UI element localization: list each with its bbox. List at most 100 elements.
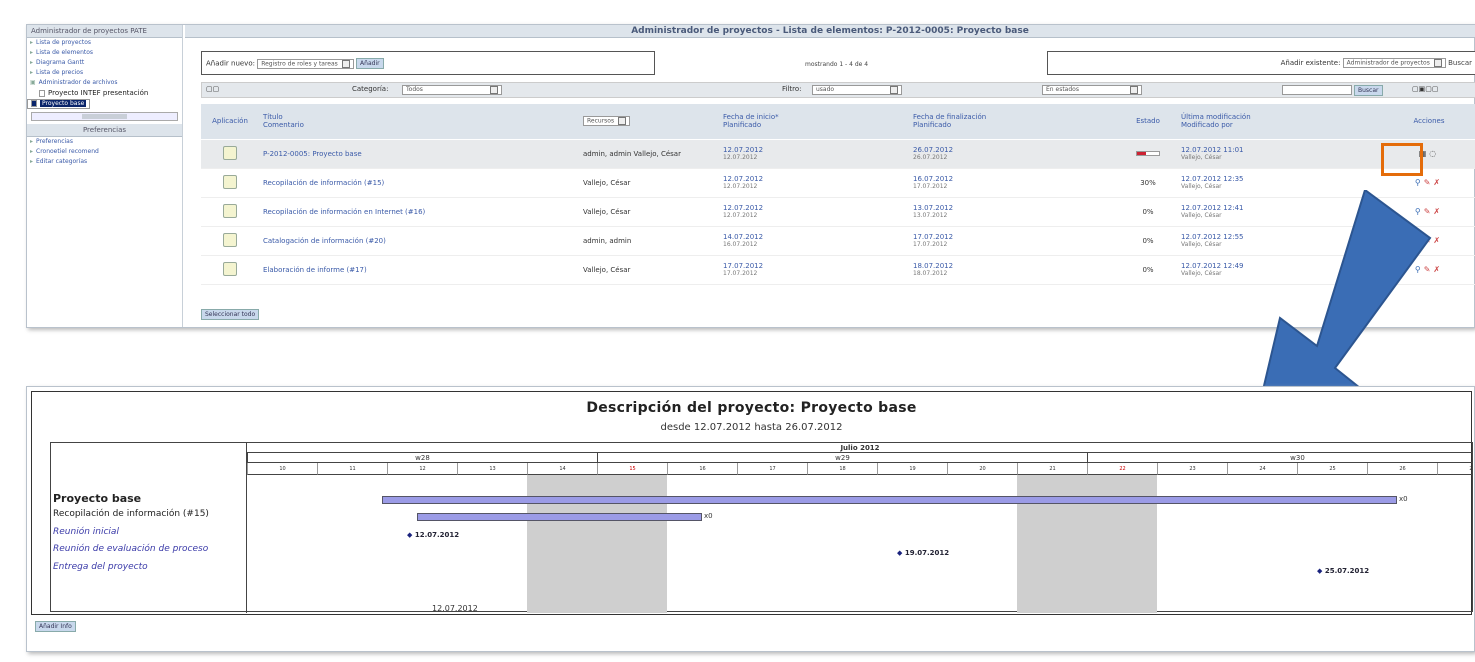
col-application: Aplicación — [201, 104, 259, 140]
gantt-bar-task — [417, 513, 702, 521]
status-select[interactable]: En estados — [1042, 85, 1142, 95]
info-icon[interactable]: ◌ — [1429, 149, 1436, 158]
col-start-label: Fecha de inicio* — [723, 113, 779, 122]
row-last-mod: 12.07.2012 12:35 — [1181, 175, 1244, 183]
add-button[interactable]: Añadir — [356, 58, 384, 69]
gantt-frame: Descripción del proyecto: Proyecto base … — [31, 391, 1473, 615]
gantt-day-header: 22 — [1087, 463, 1157, 475]
col-status[interactable]: Estado — [1119, 104, 1177, 140]
gantt-row-label[interactable]: Reunión inicial — [53, 527, 119, 537]
gantt-month-header: Julio 2012 — [247, 443, 1473, 453]
sidebar-link-elements[interactable]: ▸ Lista de elementos — [27, 48, 182, 58]
select-all-button[interactable]: Seleccionar todo — [201, 309, 260, 320]
row-end: 18.07.2012 — [913, 262, 954, 270]
row-start: 14.07.2012 — [723, 233, 764, 241]
sidebar-link-prices[interactable]: ▸ Lista de precios — [27, 68, 182, 78]
delete-icon[interactable]: ✗ — [1433, 178, 1440, 187]
col-end[interactable]: Fecha de finalización Planificado — [909, 104, 1119, 140]
gantt-bar-project — [382, 496, 1397, 504]
col-actions: Acciones — [1367, 104, 1475, 140]
tree-item-label: Proyecto base — [40, 100, 87, 107]
gantt-bar-label: x0 — [704, 512, 713, 520]
gantt-day-header: 27 — [1437, 463, 1473, 475]
col-title[interactable]: Título Comentario — [259, 104, 579, 140]
row-resources: admin, admin Vallejo, César — [583, 149, 681, 158]
row-modified-by: Vallejo, César — [1181, 183, 1222, 190]
search-button[interactable]: Buscar — [1354, 85, 1383, 96]
sidebar-link-label: Lista de precios — [36, 69, 84, 76]
row-status: 0% — [1142, 207, 1154, 216]
row-start-planned: 17.07.2012 — [723, 270, 758, 277]
tree-item-proyecto-base[interactable]: Proyecto base — [27, 99, 91, 109]
row-end: 13.07.2012 — [913, 204, 954, 212]
add-info-button[interactable]: Añadir Info — [35, 621, 76, 632]
row-title[interactable]: Recopilación de información (#15) — [263, 179, 384, 187]
preferences-header: Preferencias — [27, 124, 182, 137]
gantt-day-header: 18 — [807, 463, 877, 475]
search-input[interactable] — [1282, 85, 1352, 95]
row-title[interactable]: P-2012-0005: Proyecto base — [263, 150, 362, 158]
milestone-date: 25.07.2012 — [1324, 567, 1370, 575]
gantt-day-header: 20 — [947, 463, 1017, 475]
gantt-row-label[interactable]: Reunión de evaluación de proceso — [53, 544, 208, 554]
row-start-planned: 12.07.2012 — [723, 212, 758, 219]
pref-link-preferences[interactable]: ▸ Preferencias — [27, 137, 182, 147]
col-end-planned: Planificado — [913, 121, 952, 130]
pref-link-label: Editar categorías — [36, 158, 88, 165]
progress-fill — [1137, 151, 1146, 155]
col-title-label: Título — [263, 113, 283, 122]
view-icon[interactable]: ⚲ — [1415, 178, 1421, 187]
add-existing-select[interactable]: Administrador de proyectos — [1342, 58, 1446, 68]
category-select[interactable]: Todos — [402, 85, 502, 95]
filter-select[interactable]: usado — [812, 85, 902, 95]
row-start: 12.07.2012 — [723, 175, 764, 183]
sidebar-scrollbar[interactable] — [31, 112, 178, 121]
gantt-day-header: 19 — [877, 463, 947, 475]
document-icon — [31, 100, 37, 107]
add-new-select[interactable]: Registro de roles y tareas — [257, 58, 354, 69]
row-start-planned: 12.07.2012 — [723, 154, 758, 161]
bullet-icon: ▸ — [30, 138, 34, 145]
pref-link-crono[interactable]: ▸ Cronoetiel recomend — [27, 147, 182, 157]
task-document-icon — [223, 203, 237, 218]
row-start-planned: 12.07.2012 — [723, 183, 758, 190]
task-document-icon — [223, 232, 237, 247]
filter-bar: ▢▢ Categoría: Todos Filtro: usado En est… — [201, 82, 1475, 98]
gantt-day-header: 17 — [737, 463, 807, 475]
gantt-row-label: Recopilación de información (#15) — [53, 509, 209, 519]
sidebar-link-projects[interactable]: ▸ Lista de proyectos — [27, 38, 182, 48]
col-start-planned: Planificado — [723, 121, 762, 130]
add-new-select-value: Registro de roles y tareas — [261, 60, 338, 67]
sidebar-link-files[interactable]: ▣ Administrador de archivos — [27, 78, 182, 88]
view-toggle-icons[interactable]: ▢▣▢▢ — [1412, 85, 1438, 93]
row-start: 17.07.2012 — [723, 262, 764, 270]
milestone-date: 12.07.2012 — [414, 531, 460, 539]
col-start[interactable]: Fecha de inicio* Planificado — [719, 104, 909, 140]
row-title[interactable]: Recopilación de información en Internet … — [263, 208, 425, 216]
gantt-title: Descripción del proyecto: Proyecto base — [586, 400, 917, 416]
bullet-icon: ▸ — [30, 49, 34, 56]
sidebar-link-gantt[interactable]: ▸ Diagrama Gantt — [27, 58, 182, 68]
edit-icon[interactable]: ✎ — [1424, 178, 1431, 187]
row-resources: Vallejo, César — [583, 207, 631, 216]
row-title[interactable]: Catalogación de información (#20) — [263, 237, 386, 245]
sidebar-link-label: Lista de proyectos — [36, 39, 91, 46]
highlighted-action-box — [1381, 143, 1423, 176]
col-last-mod[interactable]: Última modificación Modificado por — [1177, 104, 1367, 140]
gantt-row-label[interactable]: Entrega del proyecto — [53, 562, 148, 572]
row-last-mod: 12.07.2012 11:01 — [1181, 146, 1244, 154]
add-new-label: Añadir nuevo: — [206, 59, 255, 68]
checkbox-icon[interactable]: ▢▢ — [206, 85, 219, 93]
scrollbar-thumb[interactable] — [82, 114, 127, 119]
table-row[interactable]: P-2012-0005: Proyecto base admin, admin V… — [201, 139, 1475, 169]
gantt-footer-date: 12.07.2012 — [432, 604, 478, 613]
row-title[interactable]: Elaboración de informe (#17) — [263, 266, 367, 274]
col-resources[interactable]: Recursos — [579, 104, 719, 140]
row-end: 16.07.2012 — [913, 175, 954, 183]
search-link[interactable]: Buscar — [1448, 59, 1472, 67]
col-last-mod-label: Última modificación — [1181, 113, 1251, 122]
pref-link-categories[interactable]: ▸ Editar categorías — [27, 157, 182, 167]
sidebar-link-label: Lista de elementos — [36, 49, 94, 56]
gantt-subtitle: desde 12.07.2012 hasta 26.07.2012 — [660, 422, 843, 433]
tree-item-intef[interactable]: Proyecto INTEF presentación — [27, 88, 182, 99]
